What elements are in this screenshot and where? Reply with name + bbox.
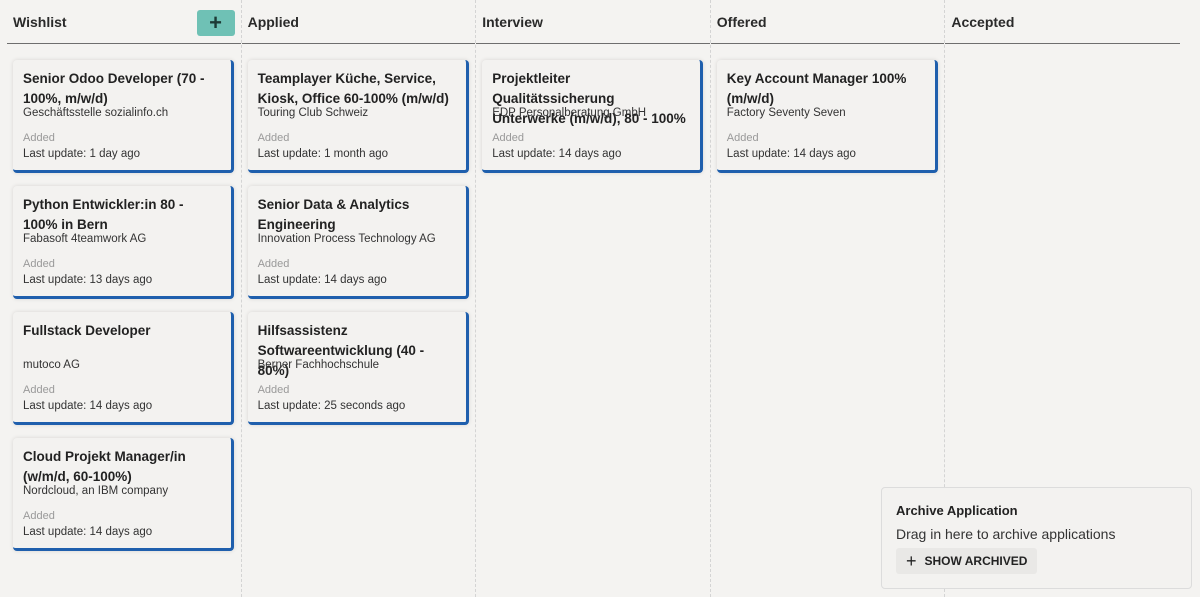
column-header: Interview bbox=[476, 0, 710, 44]
company-name: Berner Fachhochschule bbox=[257, 359, 380, 371]
column-header: Wishlist + bbox=[7, 0, 241, 44]
status-label: Added bbox=[23, 510, 55, 522]
column-header: Applied bbox=[241, 0, 476, 44]
last-update: Last update: 14 days ago bbox=[23, 400, 153, 412]
status-label: Added bbox=[257, 132, 290, 144]
company-name: Factory Seventy Seven bbox=[726, 107, 846, 119]
column-header: Offered bbox=[710, 0, 945, 44]
last-update: Last update: 1 day ago bbox=[23, 148, 141, 160]
add-application-button[interactable]: + bbox=[196, 10, 235, 36]
application-card[interactable]: Python Entwickler:in 80 - 100% in Bern F… bbox=[13, 186, 234, 299]
job-title: Fullstack Developer bbox=[23, 323, 151, 338]
job-title: Projektleiter Qualitätssicherung Unterwe… bbox=[492, 71, 686, 126]
application-card[interactable]: Fullstack Developer mutoco AG Added Last… bbox=[13, 312, 234, 425]
status-label: Added bbox=[726, 132, 759, 144]
last-update: Last update: 14 days ago bbox=[726, 148, 856, 160]
company-name: Geschäftsstelle sozialinfo.ch bbox=[23, 107, 169, 119]
archive-title: Archive Application bbox=[896, 503, 1018, 518]
job-title: Python Entwickler:in 80 - 100% in Bern bbox=[23, 197, 184, 232]
card-list: Teamplayer Küche, Service, Ki­osk, Offic… bbox=[242, 44, 476, 425]
last-update: Last update: 14 days ago bbox=[23, 526, 153, 538]
column-title: Interview bbox=[482, 13, 543, 30]
column-interview: Interview Projektleiter Qualitätssicheru… bbox=[476, 0, 711, 597]
company-name: Innovation Process Technology AG bbox=[257, 233, 436, 245]
job-title: Hilfsassistenz Softwareentwick­lung (40 … bbox=[257, 323, 425, 378]
application-card[interactable]: Hilfsassistenz Softwareentwick­lung (40 … bbox=[247, 312, 469, 425]
last-update: Last update: 1 month ago bbox=[257, 148, 389, 160]
company-name: Fabasoft 4teamwork AG bbox=[23, 233, 147, 245]
column-title: Applied bbox=[247, 13, 299, 30]
plus-icon: + bbox=[906, 550, 917, 571]
status-label: Added bbox=[23, 384, 55, 396]
job-title: Cloud Projekt Manager/in (w/m/d, 60-100%… bbox=[23, 449, 186, 484]
column-applied: Applied Teamplayer Küche, Service, Ki­os… bbox=[241, 0, 477, 597]
archive-hint: Drag in here to archive applications bbox=[896, 526, 1116, 542]
archive-dropzone[interactable]: Archive Application Drag in here to arch… bbox=[881, 487, 1192, 589]
card-list bbox=[945, 44, 1180, 60]
application-card[interactable]: Key Account Manager 100% (m/w/d) Factory… bbox=[716, 60, 938, 173]
job-title: Key Account Manager 100% (m/w/d) bbox=[726, 71, 907, 106]
column-title: Wishlist bbox=[13, 13, 67, 30]
status-label: Added bbox=[23, 258, 55, 270]
application-card[interactable]: Projektleiter Qualitätssicherung Unterwe… bbox=[482, 60, 704, 173]
card-list: Key Account Manager 100% (m/w/d) Factory… bbox=[711, 44, 945, 173]
company-name: Nordcloud, an IBM company bbox=[23, 485, 169, 497]
last-update: Last update: 14 days ago bbox=[257, 274, 387, 286]
card-list: Projektleiter Qualitätssicherung Unterwe… bbox=[476, 44, 710, 173]
job-title: Senior Data & Analytics Enginee­ring bbox=[257, 197, 410, 232]
application-card[interactable]: Teamplayer Küche, Service, Ki­osk, Offic… bbox=[247, 60, 469, 173]
status-label: Added bbox=[257, 258, 290, 270]
application-card[interactable]: Senior Data & Analytics Enginee­ring Inn… bbox=[247, 186, 469, 299]
column-wishlist: Wishlist + Senior Odoo Developer (70 - 10… bbox=[7, 0, 242, 597]
last-update: Last update: 14 days ago bbox=[492, 148, 622, 160]
status-label: Added bbox=[257, 384, 290, 396]
show-archived-button[interactable]: + SHOW ARCHIVED bbox=[896, 548, 1038, 574]
job-title: Senior Odoo Developer (70 - 100%, m/w/d) bbox=[23, 71, 205, 106]
status-label: Added bbox=[23, 132, 55, 144]
application-card[interactable]: Cloud Projekt Manager/in (w/m/d, 60-100%… bbox=[13, 438, 234, 551]
show-archived-label: SHOW ARCHIVED bbox=[924, 554, 1028, 568]
application-card[interactable]: Senior Odoo Developer (70 - 100%, m/w/d)… bbox=[13, 60, 234, 173]
company-name: mutoco AG bbox=[23, 359, 80, 371]
plus-icon: + bbox=[209, 10, 223, 35]
status-label: Added bbox=[492, 132, 524, 144]
last-update: Last update: 25 seconds ago bbox=[257, 400, 406, 412]
job-title: Teamplayer Küche, Service, Ki­osk, Offic… bbox=[257, 71, 449, 106]
column-title: Accepted bbox=[951, 13, 1015, 30]
card-list: Senior Odoo Developer (70 - 100%, m/w/d)… bbox=[7, 44, 241, 551]
column-title: Offered bbox=[716, 13, 767, 30]
column-header: Accepted bbox=[945, 0, 1180, 44]
last-update: Last update: 13 days ago bbox=[23, 274, 153, 286]
